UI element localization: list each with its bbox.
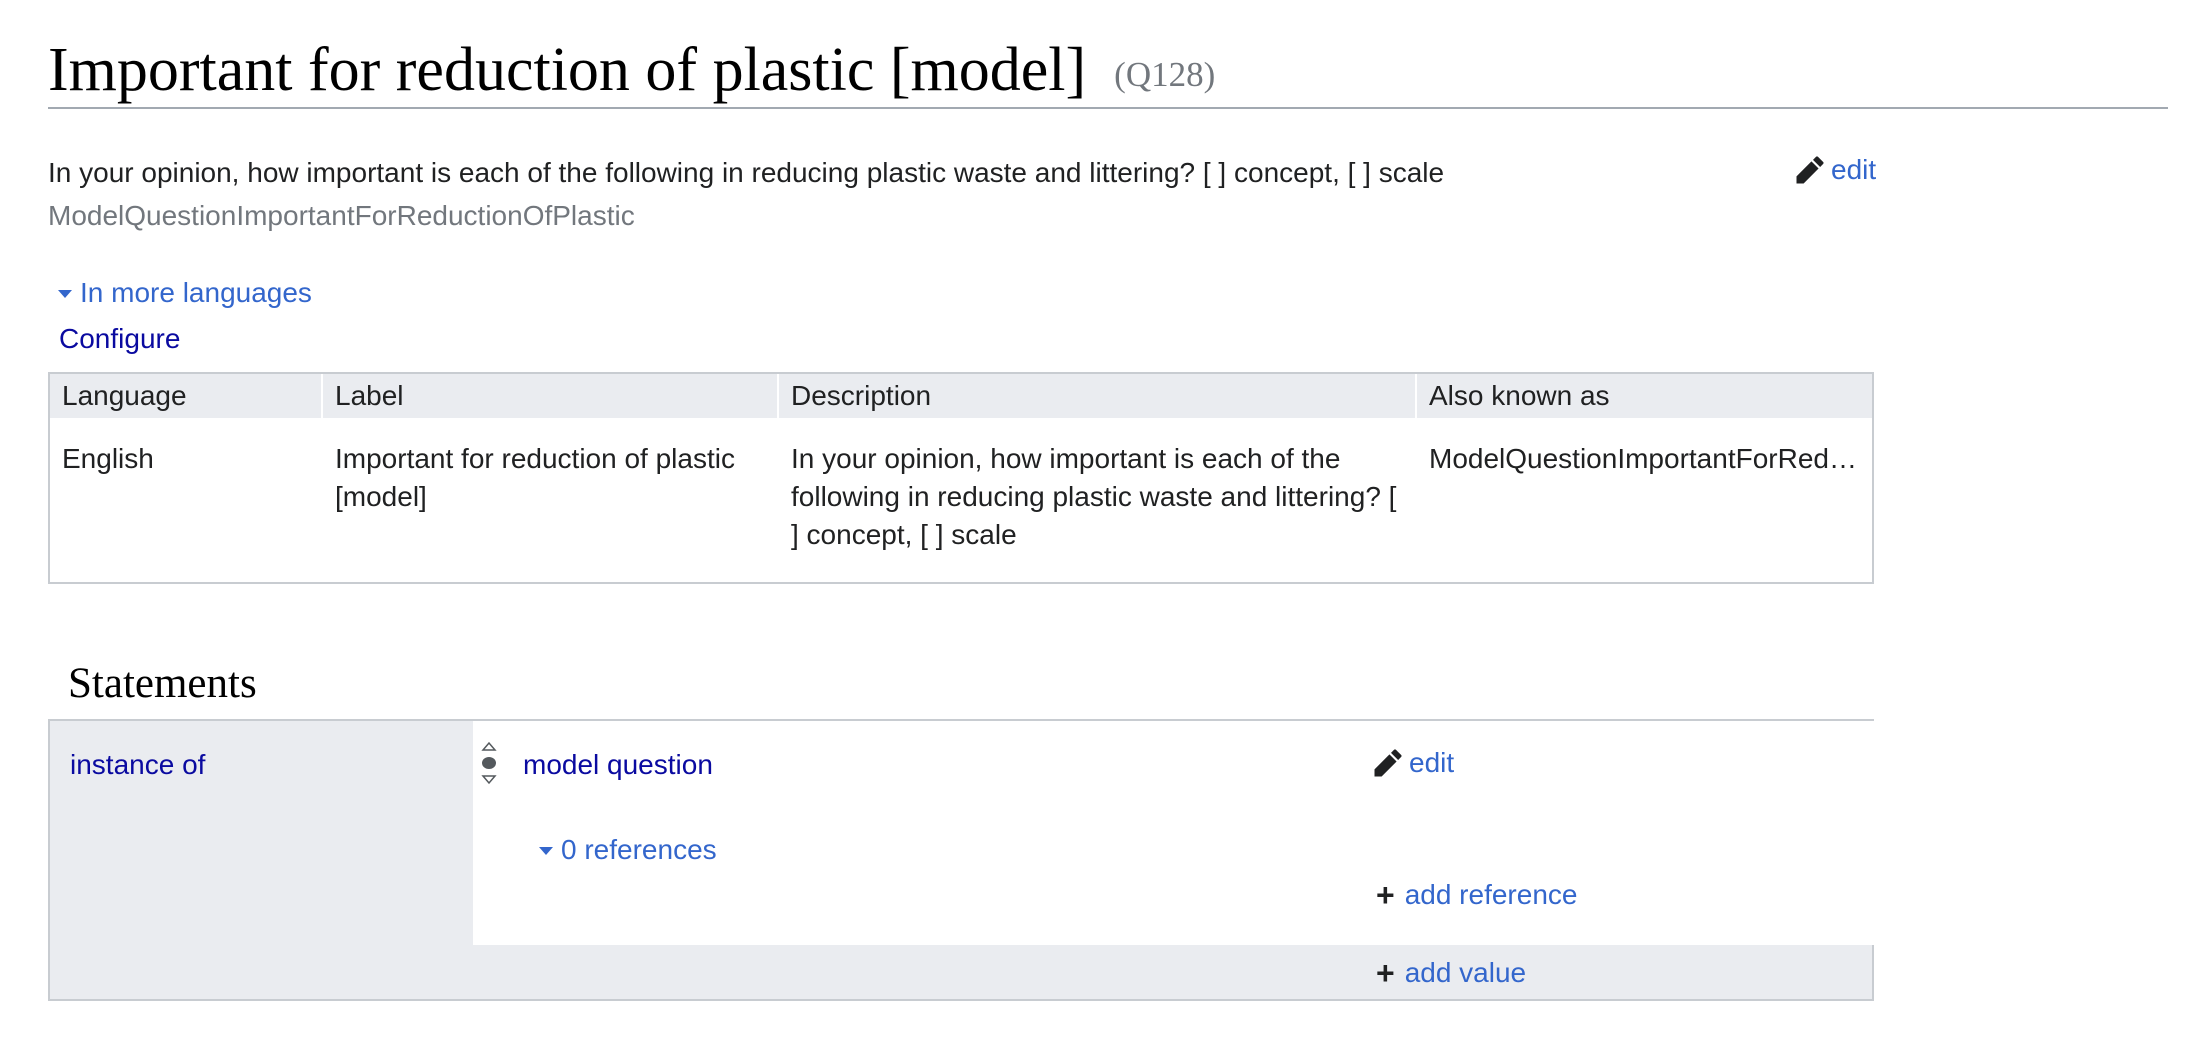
plus-icon: + — [1376, 955, 1395, 991]
in-more-languages-label: In more languages — [80, 277, 312, 308]
pencil-icon — [1796, 156, 1824, 184]
row-label: Important for reduction of plastic [mode… — [335, 443, 735, 512]
column-divider — [777, 374, 779, 418]
column-divider — [321, 374, 323, 418]
edit-description-button[interactable]: edit — [1795, 154, 1876, 186]
in-more-languages-toggle[interactable]: In more languages — [58, 276, 312, 310]
statements-heading: Statements — [68, 660, 257, 707]
page-title: Important for reduction of plastic [mode… — [48, 36, 1087, 104]
row-also-known-as: ModelQuestionImportantForReductionOfPlas… — [1429, 443, 1867, 474]
rank-normal-icon[interactable] — [479, 741, 499, 785]
column-header-language: Language — [62, 380, 187, 411]
entity-id: (Q128) — [1114, 55, 1216, 94]
languages-table: Language Label Description Also known as… — [48, 372, 1874, 584]
languages-table-header: Language Label Description Also known as — [50, 374, 1872, 418]
column-header-label: Label — [335, 380, 404, 411]
references-label: 0 references — [561, 834, 717, 865]
edit-statement-button[interactable]: edit — [1373, 747, 1454, 779]
references-toggle[interactable]: 0 references — [539, 832, 717, 868]
column-header-description: Description — [791, 380, 932, 411]
triangle-down-icon — [58, 290, 72, 298]
add-value-label: add value — [1404, 957, 1527, 988]
add-reference-label: add reference — [1404, 879, 1578, 910]
statement-group: instance of model question edit 0 refere… — [48, 719, 1874, 1001]
triangle-down-icon — [539, 847, 553, 855]
row-language: English — [62, 443, 154, 474]
entity-description: In your opinion, how important is each o… — [48, 157, 1445, 188]
property-cell: instance of — [50, 721, 472, 945]
entity-alias: ModelQuestionImportantForReductionOfPlas… — [48, 200, 635, 231]
column-divider — [1415, 374, 1417, 418]
configure-link[interactable]: Configure — [59, 322, 180, 356]
pencil-icon — [1374, 749, 1402, 777]
title-row: Important for reduction of plastic [mode… — [48, 30, 2168, 110]
column-header-also-known-as: Also known as — [1429, 380, 1610, 411]
title-divider — [48, 107, 2168, 109]
row-description: In your opinion, how important is each o… — [791, 443, 1397, 550]
plus-icon: + — [1376, 877, 1395, 913]
statement-value-link[interactable]: model question — [523, 747, 713, 783]
edit-label: edit — [1409, 747, 1455, 778]
edit-label: edit — [1831, 154, 1877, 185]
add-value-button[interactable]: + add value — [1376, 955, 1526, 991]
statement-value-cell: model question edit 0 references + add r… — [473, 721, 1874, 945]
add-reference-button[interactable]: + add reference — [1376, 877, 1577, 913]
property-link-instance-of[interactable]: instance of — [70, 747, 205, 783]
